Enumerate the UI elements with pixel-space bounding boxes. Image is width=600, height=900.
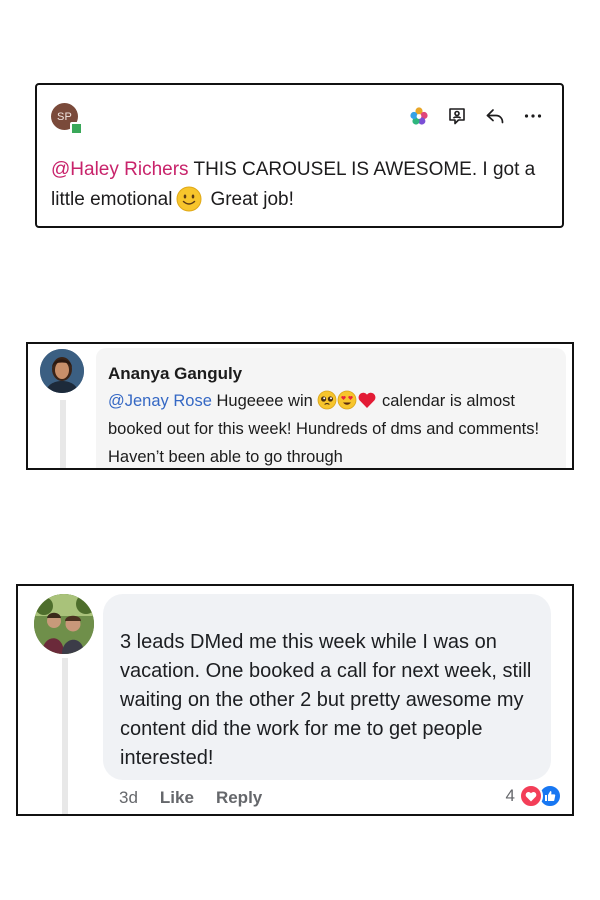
reply-button[interactable]: Reply [216,788,262,808]
presence-status-icon [70,122,83,135]
message-text: @Haley Richers THIS CAROUSEL IS AWESOME.… [51,155,551,215]
comment-card: 3 leads DMed me this week while I was on… [16,584,574,816]
avatar[interactable] [40,349,84,393]
reaction-summary[interactable]: 4 [506,784,562,808]
comment-time[interactable]: 3d [119,788,138,808]
comment-card: Ananya Ganguly @Jenay Rose Hugeeee win c… [26,342,574,470]
love-reaction-icon [519,784,543,808]
comment-body-start: Hugeeee win [211,392,318,410]
message-actions [408,105,544,127]
comment-text: @Jenay Rose Hugeeee win calendar is almo… [108,387,558,468]
comment-text: 3 leads DMed me this week while I was on… [120,631,532,769]
comment-meta: 3d Like Reply [119,788,262,808]
comment-author[interactable]: Ananya Ganguly [108,364,242,384]
more-icon[interactable] [522,105,544,127]
pleading-face-icon [317,390,337,410]
slack-message-card: SP @Haley Richers THIS CAROUSEL IS AWESO… [35,83,564,228]
red-heart-icon [358,392,376,408]
assign-icon[interactable] [446,105,468,127]
like-button[interactable]: Like [160,788,194,808]
reaction-count: 4 [505,786,515,805]
reply-icon[interactable] [484,105,506,127]
avatar[interactable] [34,594,94,654]
thread-line [62,658,68,814]
apps-icon[interactable] [408,105,430,127]
user-mention[interactable]: @Jenay Rose [108,392,212,410]
user-mention[interactable]: @Haley Richers [51,159,189,180]
avatar-initials: SP [56,110,73,123]
heart-eyes-icon [337,390,357,410]
thread-line [60,400,66,468]
slightly-smiling-face-icon [176,186,202,212]
message-ending: Great job! [210,189,294,210]
